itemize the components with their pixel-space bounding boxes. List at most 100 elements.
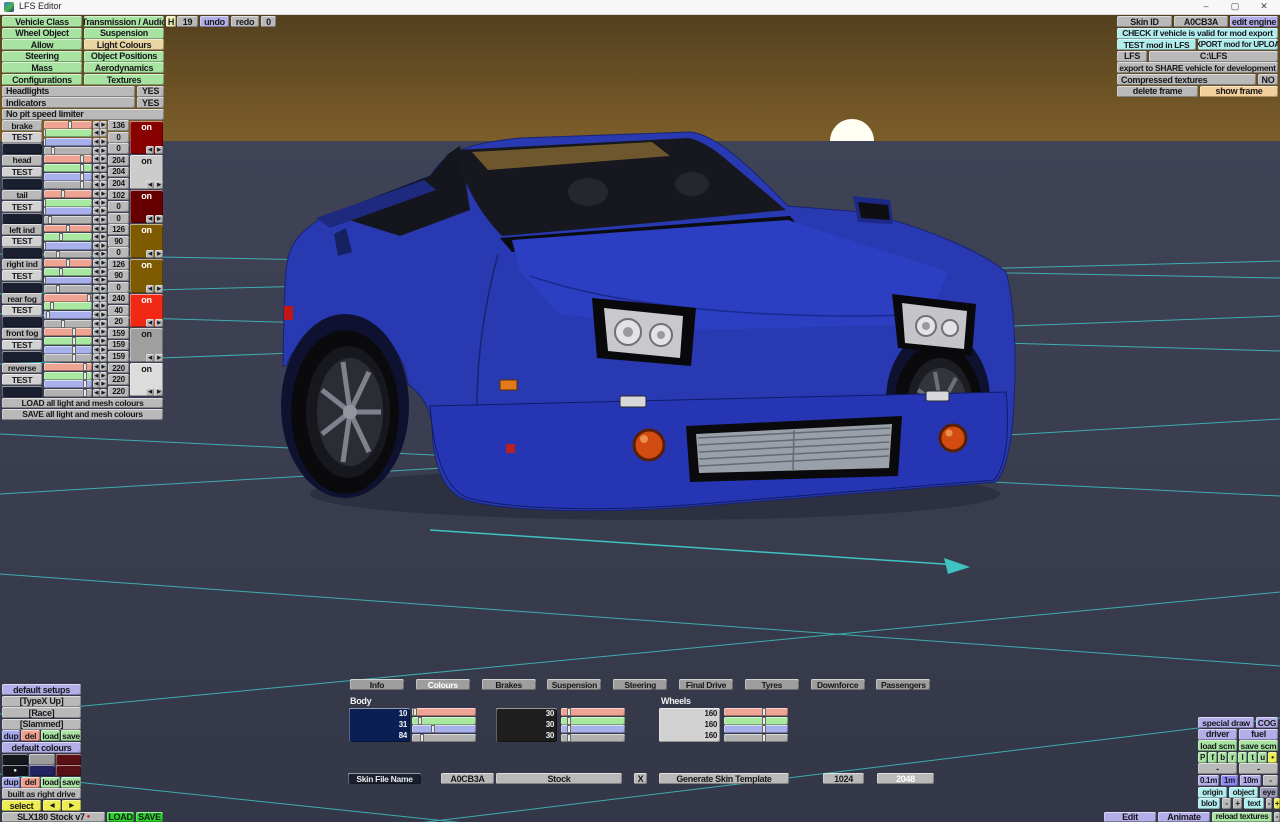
menu-textures[interactable]: Textures — [84, 74, 164, 85]
light-rear-fog-dec-3[interactable]: ◀ — [93, 319, 100, 328]
menu-vehicle-class[interactable]: Vehicle Class — [2, 16, 82, 27]
skin-name-button[interactable]: Stock — [496, 773, 622, 784]
edit-engine-button[interactable]: edit engine — [1230, 16, 1278, 27]
draw-toggle-r[interactable]: r — [1228, 751, 1237, 763]
light-right-ind-value-g[interactable]: 90 — [108, 270, 129, 282]
colour-group-2-slider-3-handle[interactable] — [762, 733, 767, 742]
draw-toggle-f[interactable]: f — [1208, 751, 1217, 763]
light-tail-slider-0[interactable] — [44, 190, 92, 198]
menu-object-positions[interactable]: Object Positions — [84, 50, 164, 62]
light-left-ind-dec-2[interactable]: ◀ — [93, 241, 100, 250]
menu-mass[interactable]: Mass — [2, 62, 82, 74]
light-left-ind-inc-2[interactable]: ▶ — [100, 241, 107, 250]
light-rear-fog-slider-2-handle[interactable] — [45, 311, 50, 319]
light-right-ind-test-button[interactable]: TEST — [2, 270, 42, 282]
light-head-inc-3[interactable]: ▶ — [100, 181, 107, 190]
text-plus-button[interactable]: + — [1274, 798, 1280, 810]
colour-group-1-value-0[interactable]: 30 — [496, 708, 554, 719]
tab-final-drive[interactable]: Final Drive — [679, 679, 733, 690]
light-rear-fog-dec-1[interactable]: ◀ — [93, 302, 100, 311]
light-reverse-value-r[interactable]: 220 — [108, 362, 129, 374]
light-head-dec-3[interactable]: ◀ — [93, 181, 100, 190]
light-head-dec-2[interactable]: ◀ — [93, 172, 100, 181]
light-front-fog-swatch-dec[interactable]: ◀ — [146, 353, 154, 362]
tab-suspension[interactable]: Suspension — [547, 679, 602, 690]
share-export-button[interactable]: export to SHARE vehicle for development — [1117, 62, 1278, 74]
light-reverse-value-b[interactable]: 220 — [108, 385, 129, 397]
light-rear-fog-slider-0[interactable] — [44, 293, 92, 302]
export-mod-button[interactable]: EXPORT mod for UPLOAD — [1198, 39, 1278, 51]
colour-group-0-slider-0-handle[interactable] — [412, 708, 417, 716]
setup-dup-button[interactable]: dup — [2, 730, 20, 742]
light-head-slider-0-handle[interactable] — [80, 155, 85, 164]
light-right-ind-slider-0[interactable] — [44, 259, 92, 268]
light-right-ind-value-b[interactable]: 0 — [108, 281, 129, 293]
colour-group-0-slider-1-handle[interactable] — [417, 716, 422, 725]
colour-group-1-slider-2-handle[interactable] — [566, 725, 571, 734]
skin-res-2048-button[interactable]: 2048 — [877, 773, 934, 784]
light-right-ind-slider-2-handle[interactable] — [44, 276, 47, 285]
light-right-ind-slider-0-handle[interactable] — [65, 259, 70, 268]
light-brake-swatch-inc[interactable]: ▶ — [155, 146, 163, 155]
tab-tyres[interactable]: Tyres — [744, 679, 799, 690]
skin-id-label[interactable]: Skin ID — [1117, 16, 1172, 27]
light-rear-fog-value-b[interactable]: 20 — [108, 316, 129, 328]
light-reverse-dec-1[interactable]: ◀ — [93, 371, 100, 380]
light-left-ind-dec-3[interactable]: ◀ — [93, 250, 100, 259]
generate-skin-template-button[interactable]: Generate Skin Template — [659, 773, 789, 784]
light-head-test-button[interactable]: TEST — [2, 166, 42, 178]
scale-1m-button[interactable]: 1m — [1221, 775, 1238, 786]
light-rear-fog-slider-2[interactable] — [44, 311, 92, 319]
light-front-fog-value-b[interactable]: 159 — [108, 351, 129, 362]
light-front-fog-inc-0[interactable]: ▶ — [100, 328, 107, 337]
light-front-fog-dec-2[interactable]: ◀ — [93, 345, 100, 354]
light-head-slider-3[interactable] — [44, 181, 92, 190]
colour-group-0-slider-2-handle[interactable] — [431, 725, 436, 734]
light-front-fog-swatch-inc[interactable]: ▶ — [155, 353, 163, 362]
light-brake-on-state[interactable]: on — [130, 122, 163, 132]
menu-allow[interactable]: Allow — [2, 39, 82, 51]
special-draw-button[interactable]: special draw — [1198, 717, 1254, 728]
light-front-fog-slider-1-handle[interactable] — [71, 337, 76, 345]
status-minus-button[interactable]: - — [1274, 811, 1280, 822]
light-head-slider-3-handle[interactable] — [80, 181, 85, 190]
menu-light-colours[interactable]: Light Colours — [84, 39, 164, 51]
colour-group-0-value-1[interactable]: 31 — [349, 719, 407, 730]
light-right-ind-dec-2[interactable]: ◀ — [93, 276, 100, 285]
light-front-fog-mesh-swatch[interactable] — [2, 351, 42, 362]
light-right-ind-inc-3[interactable]: ▶ — [100, 285, 107, 294]
light-tail-value-r[interactable]: 102 — [108, 189, 129, 201]
setup-preset-slammed[interactable]: [Slammed] — [2, 718, 81, 730]
light-head-swatch-dec[interactable]: ◀ — [146, 180, 154, 189]
light-brake-dec-3[interactable]: ◀ — [93, 146, 100, 155]
light-tail-slider-1[interactable] — [44, 198, 92, 207]
light-front-fog-inc-3[interactable]: ▶ — [100, 354, 107, 363]
light-tail-on-state[interactable]: on — [130, 191, 163, 201]
light-left-ind-on-state[interactable]: on — [130, 225, 163, 235]
light-reverse-on-state[interactable]: on — [130, 364, 163, 374]
fuel-button[interactable]: fuel — [1239, 728, 1278, 740]
headlights-value[interactable]: YES — [137, 85, 164, 97]
light-brake-value-b[interactable]: 0 — [108, 143, 129, 155]
light-brake-slider-3-handle[interactable] — [50, 146, 55, 155]
select-button[interactable]: select — [2, 800, 41, 811]
light-left-ind-test-button[interactable]: TEST — [2, 235, 42, 247]
light-left-ind-slider-3-handle[interactable] — [55, 250, 60, 259]
light-right-ind-dec-1[interactable]: ◀ — [93, 267, 100, 276]
current-model-label[interactable]: SLX180 Stock v7 ● — [2, 811, 105, 822]
indicators-value[interactable]: YES — [137, 97, 164, 109]
light-left-ind-slider-2[interactable] — [44, 241, 92, 250]
save-button[interactable]: SAVE — [136, 811, 163, 822]
light-brake-inc-2[interactable]: ▶ — [100, 138, 107, 146]
light-right-ind-inc-1[interactable]: ▶ — [100, 267, 107, 276]
light-right-ind-on-state[interactable]: on — [130, 260, 163, 270]
light-left-ind-mesh-swatch[interactable] — [2, 247, 42, 259]
colour-group-1-value-2[interactable]: 30 — [496, 730, 554, 741]
light-head-slider-2-handle[interactable] — [80, 172, 85, 181]
light-tail-value-g[interactable]: 0 — [108, 201, 129, 213]
light-rear-fog-slider-1-handle[interactable] — [49, 302, 54, 311]
light-left-ind-swatch-dec[interactable]: ◀ — [146, 250, 154, 258]
light-right-ind-inc-2[interactable]: ▶ — [100, 276, 107, 285]
light-left-ind-slider-0-handle[interactable] — [65, 224, 70, 233]
light-reverse-test-button[interactable]: TEST — [2, 374, 42, 386]
